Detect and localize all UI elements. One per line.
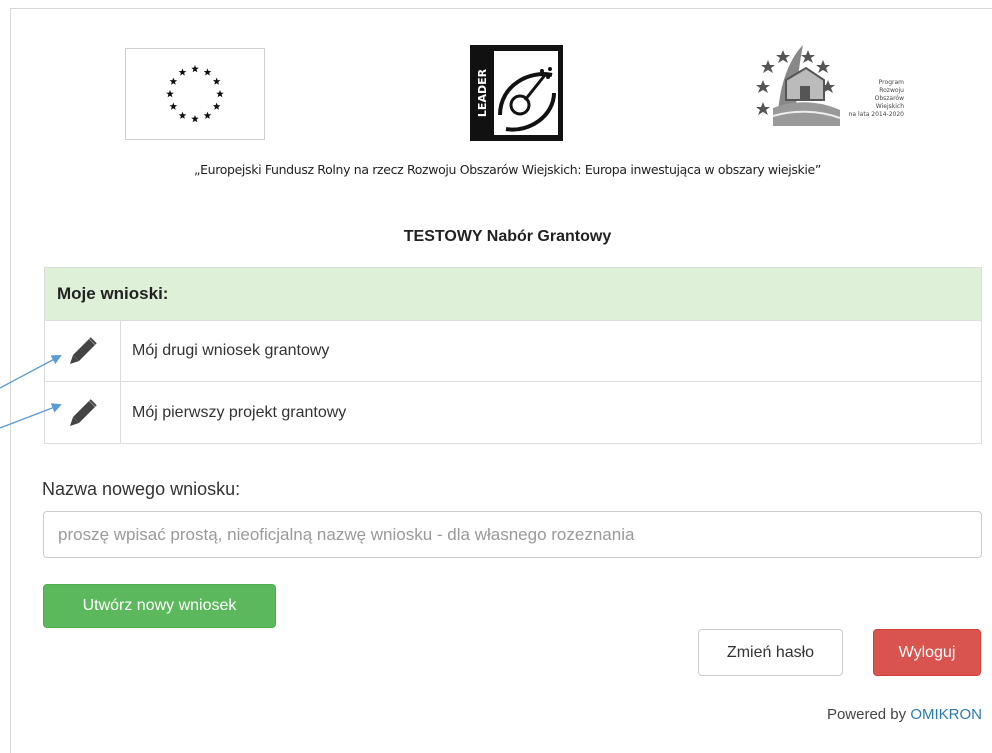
eu-star [212,102,221,110]
prow-line-3: Obszarów [875,95,904,102]
eu-star [169,102,178,110]
eu-star [178,111,187,119]
logout-button[interactable]: Wyloguj [873,629,981,676]
prow-line-4: Wiejskich [876,103,904,110]
applications-table-header: Moje wnioski: [45,268,981,321]
powered-by: Powered by OMIKRON [827,706,982,723]
prow-line-2: Rozwoju [879,87,904,94]
powered-by-prefix: Powered by [826,706,907,723]
eu-star [203,111,212,119]
leader-logo-text: LEADER [476,68,489,117]
new-application-name-input[interactable] [43,511,982,558]
eu-star [178,68,187,76]
eu-star [216,90,224,98]
prow-logo: Program Rozwoju Obszarów Wiejskich na la… [748,40,913,132]
eu-star [166,90,174,98]
eu-star [191,65,199,73]
application-name[interactable]: Mój pierwszy projekt grantowy [121,382,981,443]
brand-link[interactable]: OMIKRON [910,706,982,723]
new-application-label: Nazwa nowego wniosku: [42,479,241,499]
prow-line-5: na lata 2014-2020 [849,111,905,118]
eu-star [203,68,212,76]
eu-star [169,77,178,85]
table-row: Mój drugi wniosek grantowy [45,321,981,382]
prow-line-1: Program [879,79,904,86]
eu-stars-icon [166,65,224,123]
page-frame-top [10,8,992,9]
create-application-button[interactable]: Utwórz nowy wniosek [43,584,276,628]
leader-logo: LEADER [470,45,563,141]
table-row: Mój pierwszy projekt grantowy [45,382,981,443]
logo-bar: LEADER Program Rozwoju Obszarów Wiejskic… [0,40,992,145]
program-motto: „Europejski Fundusz Rolny na rzecz Rozwo… [193,162,822,177]
eu-flag-logo [125,48,265,140]
application-name[interactable]: Mój drugi wniosek grantowy [121,321,981,381]
change-password-button[interactable]: Zmień hasło [698,629,843,676]
eu-star [212,77,221,85]
page-title: TESTOWY Nabór Grantowy [403,228,612,245]
eu-star [191,115,199,123]
annotation-arrows [0,355,62,429]
annotation-arrow-2 [0,403,62,429]
annotation-arrow-1 [0,355,62,389]
applications-table: Moje wnioski: Mój drugi wniosek grantowy… [44,267,982,444]
